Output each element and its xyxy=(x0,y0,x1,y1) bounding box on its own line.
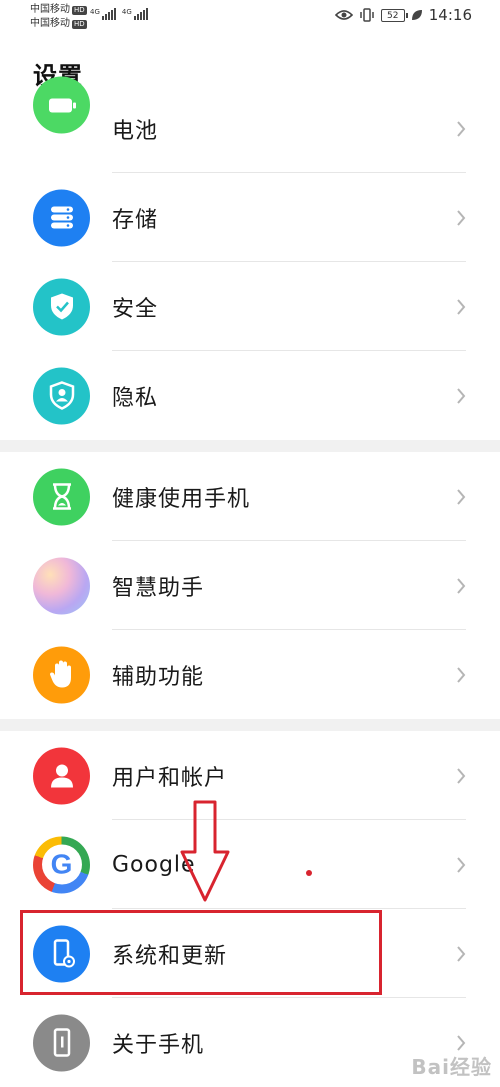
settings-item-label: 隐私 xyxy=(112,385,159,411)
settings-item-label: 电池 xyxy=(112,119,159,144)
annotation-highlight-box xyxy=(20,910,382,995)
annotation-dot xyxy=(306,870,312,876)
battery-icon xyxy=(33,76,90,134)
network-type: 4G xyxy=(90,8,100,16)
vibrate-icon xyxy=(360,8,374,22)
chevron-right-icon xyxy=(457,121,466,137)
settings-item-digital-balance[interactable]: 健康使用手机 xyxy=(0,452,500,541)
chevron-right-icon xyxy=(457,856,466,873)
status-bar: 中国移动 HD 中国移动 HD 4G 4G 52 14:16 xyxy=(0,0,500,36)
chevron-right-icon xyxy=(457,488,466,505)
chevron-right-icon xyxy=(457,209,466,226)
settings-item-label: 关于手机 xyxy=(112,1032,205,1058)
settings-item-label: 健康使用手机 xyxy=(112,486,251,512)
settings-item-privacy[interactable]: 隐私 xyxy=(0,351,500,440)
carrier-1: 中国移动 xyxy=(30,4,70,15)
hourglass-icon xyxy=(33,468,90,525)
settings-item-label: 安全 xyxy=(112,296,159,322)
signal-icon: 4G xyxy=(122,8,148,20)
signal-icon: 4G xyxy=(90,8,116,20)
status-right: 52 14:16 xyxy=(334,6,472,24)
network-type: 4G xyxy=(121,8,132,16)
privacy-icon xyxy=(33,367,90,424)
shield-icon xyxy=(33,278,90,335)
carrier-2: 中国移动 xyxy=(30,18,70,29)
leaf-icon xyxy=(411,10,422,20)
chevron-right-icon xyxy=(457,387,466,404)
section-gap xyxy=(0,719,500,731)
user-icon xyxy=(33,747,90,804)
assistant-icon xyxy=(33,557,90,614)
chevron-right-icon xyxy=(457,577,466,594)
section-gap xyxy=(0,440,500,452)
hd-badge: HD xyxy=(72,19,87,29)
settings-item-storage[interactable]: 存储 xyxy=(0,173,500,262)
watermark: Bai经验 xyxy=(411,1055,492,1079)
storage-icon xyxy=(33,189,90,246)
settings-item-label: 用户和帐户 xyxy=(112,765,228,791)
settings-item-security[interactable]: 安全 xyxy=(0,262,500,351)
signal-indicators: 4G 4G xyxy=(90,8,148,20)
carrier-info: 中国移动 HD 中国移动 HD xyxy=(30,3,87,31)
chevron-right-icon xyxy=(457,945,466,962)
annotation-arrow xyxy=(180,800,230,902)
eye-comfort-icon xyxy=(334,10,353,20)
settings-item-label: 智慧助手 xyxy=(112,575,205,601)
hd-badge: HD xyxy=(72,5,87,15)
chevron-right-icon xyxy=(457,298,466,315)
google-icon: G xyxy=(33,836,90,893)
battery-indicator: 52 xyxy=(380,8,408,22)
clock: 14:16 xyxy=(428,6,472,24)
chevron-right-icon xyxy=(457,1034,466,1051)
settings-item-label: 存储 xyxy=(112,207,159,233)
settings-item-users-accounts[interactable]: 用户和帐户 xyxy=(0,731,500,820)
settings-item-battery[interactable]: 电池 xyxy=(0,76,500,173)
chevron-right-icon xyxy=(457,666,466,683)
chevron-right-icon xyxy=(457,767,466,784)
phone-info-icon xyxy=(33,1014,90,1071)
settings-item-label: 辅助功能 xyxy=(112,664,205,690)
settings-item-accessibility[interactable]: 辅助功能 xyxy=(0,630,500,719)
hand-icon xyxy=(33,646,90,703)
settings-item-google[interactable]: G Google xyxy=(0,820,500,909)
settings-item-smart-assistant[interactable]: 智慧助手 xyxy=(0,541,500,630)
